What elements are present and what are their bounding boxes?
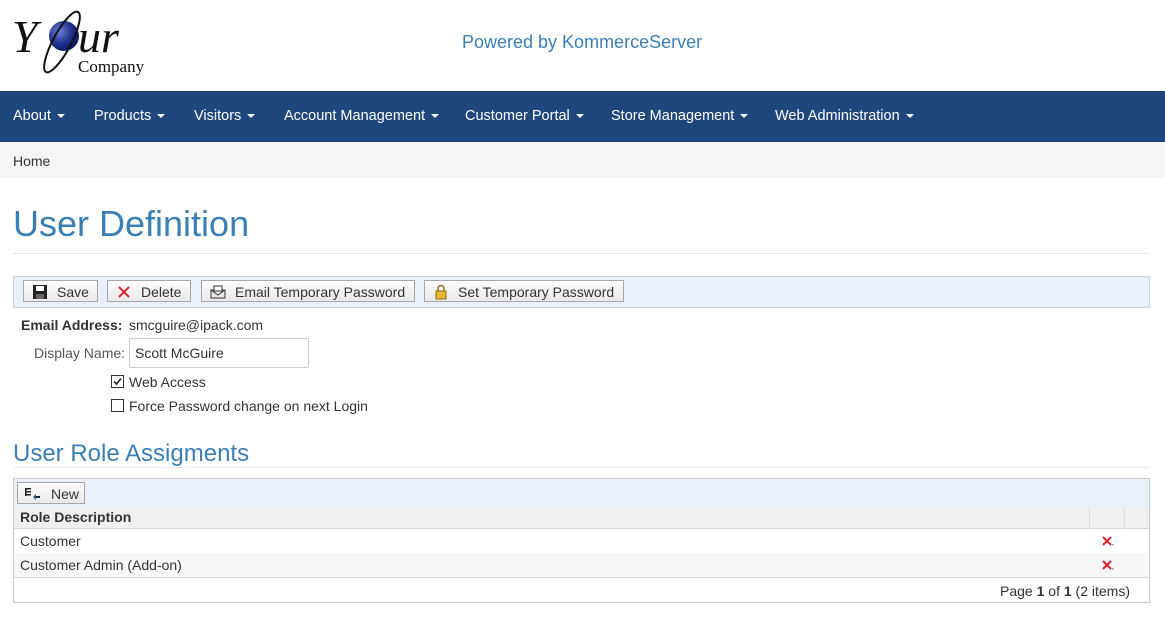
email-address-value: smcguire@ipack.com — [129, 317, 264, 333]
powered-by-text: Powered by KommerceServer — [462, 32, 703, 52]
role-description-cell: Customer Admin (Add-on) — [20, 557, 182, 573]
caret-down-icon — [431, 114, 440, 119]
delete-label: Delete — [141, 284, 182, 300]
divider — [13, 467, 1150, 468]
web-access-label: Web Access — [129, 374, 206, 390]
svg-text:Y: Y — [12, 11, 42, 62]
nav-label: Products — [94, 108, 152, 124]
nav-item-products[interactable]: Products — [94, 91, 166, 142]
pager-item-count: (2 items) — [1075, 583, 1130, 599]
nav-item-store-management[interactable]: Store Management — [611, 91, 749, 142]
breadcrumb: Home — [0, 142, 1165, 178]
nav-label: About — [13, 108, 51, 124]
table-row[interactable]: Customer — [14, 529, 1149, 553]
nav-label: Visitors — [194, 108, 242, 124]
delete-button[interactable]: Delete — [107, 280, 191, 302]
caret-down-icon — [905, 114, 914, 119]
table-row[interactable]: Customer Admin (Add-on) — [14, 553, 1149, 577]
site-header: Y ur Company Powered by KommerceServer — [0, 0, 1165, 91]
caret-down-icon — [740, 114, 749, 119]
nav-item-about[interactable]: About — [13, 91, 65, 142]
nav-item-account-management[interactable]: Account Management — [284, 91, 440, 142]
svg-text:ur: ur — [78, 11, 120, 62]
caret-down-icon — [575, 114, 584, 119]
save-button[interactable]: Save — [23, 280, 98, 302]
role-description-cell: Customer — [20, 533, 81, 549]
delete-row-icon[interactable] — [1101, 559, 1115, 573]
pager-of-word: of — [1048, 583, 1060, 599]
breadcrumb-home[interactable]: Home — [13, 153, 50, 169]
set-temporary-password-button[interactable]: Set Temporary Password — [424, 280, 624, 302]
nav-label: Store Management — [611, 108, 735, 124]
force-password-change-checkbox[interactable] — [111, 399, 124, 412]
checkmark-icon — [113, 377, 122, 386]
grid-header-row: Role Description — [14, 507, 1149, 529]
pager-page-word: Page — [1000, 583, 1033, 599]
web-access-checkbox[interactable] — [111, 375, 124, 388]
nav-item-visitors[interactable]: Visitors — [194, 91, 256, 142]
nav-label: Account Management — [284, 108, 426, 124]
grid-toolbar: New — [14, 479, 1149, 508]
nav-label: Customer Portal — [465, 108, 570, 124]
display-name-field[interactable] — [129, 338, 309, 368]
caret-down-icon — [56, 114, 65, 119]
email-address-label: Email Address: — [21, 317, 123, 333]
pager-total-pages: 1 — [1063, 583, 1072, 599]
red-x-icon — [118, 286, 130, 298]
new-role-button[interactable]: New — [17, 482, 85, 504]
page-title: User Definition — [13, 203, 250, 244]
pager: Page 1 of 1 (2 items) — [1000, 583, 1130, 599]
floppy-disk-icon — [33, 285, 47, 299]
caret-down-icon — [247, 114, 256, 119]
save-label: Save — [57, 284, 89, 300]
company-logo[interactable]: Y ur Company — [12, 6, 162, 78]
padlock-icon — [435, 284, 447, 300]
set-temp-password-label: Set Temporary Password — [458, 284, 615, 300]
display-name-label: Display Name: — [34, 345, 126, 361]
email-temp-password-label: Email Temporary Password — [235, 284, 406, 300]
delete-row-icon[interactable] — [1101, 535, 1115, 549]
divider — [13, 253, 1150, 254]
main-navbar: About Products Visitors Account Manageme… — [0, 91, 1165, 142]
caret-down-icon — [157, 114, 166, 119]
logo-graphic: Y ur Company — [12, 10, 145, 76]
grid-footer-divider — [14, 577, 1149, 578]
new-record-icon — [25, 488, 40, 500]
nav-label: Web Administration — [775, 108, 900, 124]
email-temporary-password-button[interactable]: Email Temporary Password — [201, 280, 415, 302]
force-password-change-label: Force Password change on next Login — [129, 398, 368, 414]
section-title-user-roles: User Role Assigments — [13, 440, 250, 467]
svg-text:Company: Company — [78, 57, 145, 76]
action-toolbar: Save Delete Email Temporary Password Set… — [13, 276, 1150, 308]
nav-item-customer-portal[interactable]: Customer Portal — [465, 91, 584, 142]
user-roles-grid: New Role Description Customer Customer A… — [13, 478, 1150, 603]
nav-item-web-administration[interactable]: Web Administration — [775, 91, 914, 142]
printer-envelope-icon — [210, 285, 226, 299]
column-header-role-description[interactable]: Role Description — [20, 509, 131, 525]
pager-current-page: 1 — [1036, 583, 1045, 599]
new-label: New — [51, 486, 80, 502]
